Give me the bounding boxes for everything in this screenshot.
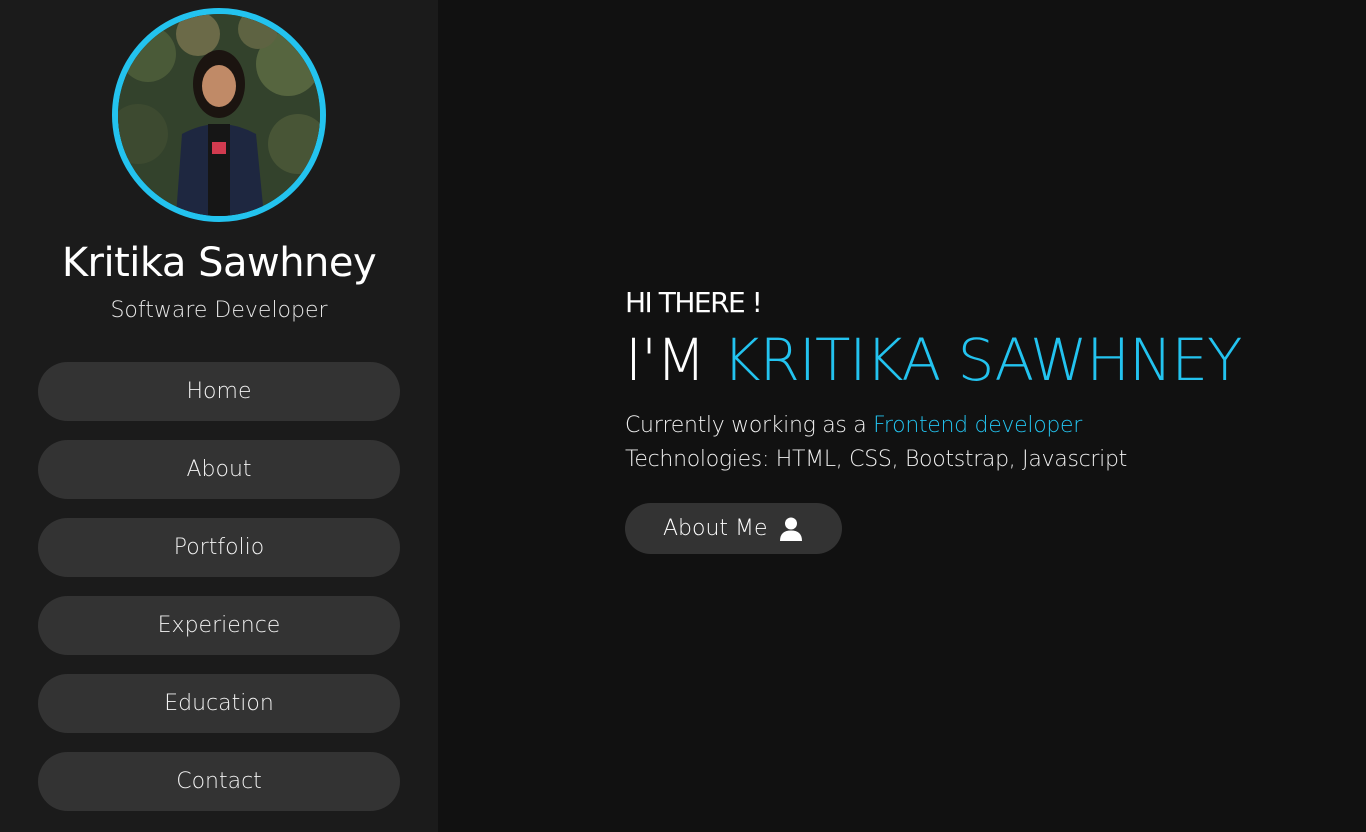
hero-intro: Currently working as a Frontend develope… [625, 409, 1345, 477]
page: Kritika Sawhney Software Developer Home … [0, 0, 1366, 832]
intro-prefix: Currently working as a [625, 413, 874, 438]
hero-greeting: HI THERE ! [625, 286, 763, 319]
about-me-button-label: About Me [663, 516, 768, 541]
nav-item-about[interactable]: About [38, 440, 400, 499]
hero-section: HI THERE ! I'M KRITIKA SAWHNEY Currently… [625, 285, 1345, 554]
profile-photo [118, 14, 320, 216]
nav-item-home[interactable]: Home [38, 362, 400, 421]
profile-name: Kritika Sawhney [61, 240, 377, 286]
sidebar-nav: Home About Portfolio Experience Educatio… [38, 362, 400, 830]
nav-item-portfolio[interactable]: Portfolio [38, 518, 400, 577]
headline-name: KRITIKA SAWHNEY [722, 326, 1243, 394]
main-content: HI THERE ! I'M KRITIKA SAWHNEY Currently… [438, 0, 1366, 832]
about-me-button[interactable]: About Me [625, 503, 842, 554]
sidebar: Kritika Sawhney Software Developer Home … [0, 0, 438, 832]
profile-avatar [112, 8, 326, 222]
intro-technologies: Technologies: HTML, CSS, Bootstrap, Java… [625, 447, 1127, 472]
nav-item-contact[interactable]: Contact [38, 752, 400, 811]
profile-role: Software Developer [110, 298, 328, 323]
user-icon [779, 517, 802, 541]
hero-headline: I'M KRITIKA SAWHNEY [625, 325, 1345, 395]
intro-line-role: Currently working as a Frontend develope… [625, 409, 1345, 443]
headline-prefix: I'M [625, 326, 723, 394]
intro-role: Frontend developer [873, 413, 1083, 438]
nav-item-education[interactable]: Education [38, 674, 400, 733]
nav-item-experience[interactable]: Experience [38, 596, 400, 655]
